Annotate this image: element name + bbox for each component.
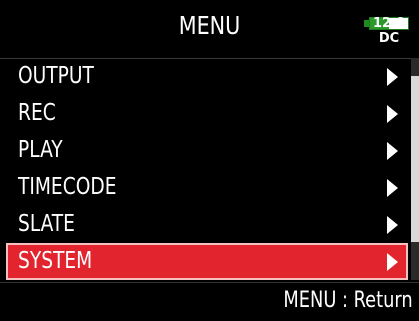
scrollbar-thumb[interactable]: [411, 75, 419, 243]
chevron-right-icon: [387, 105, 398, 123]
chevron-right-icon: [387, 179, 398, 197]
chevron-right-icon: [387, 68, 398, 86]
menu-list: OUTPUT REC PLAY TIMECODE SLATE SYSTEM: [6, 58, 408, 280]
menu-item-output[interactable]: OUTPUT: [6, 58, 408, 95]
menu-item-play[interactable]: PLAY: [6, 132, 408, 169]
menu-item-label: SYSTEM: [18, 248, 93, 274]
menu-item-label: OUTPUT: [18, 63, 94, 89]
chevron-right-icon: [387, 253, 398, 271]
footer: MENU : Return: [0, 282, 419, 321]
menu-item-slate[interactable]: SLATE: [6, 206, 408, 243]
menu-item-rec[interactable]: REC: [6, 95, 408, 132]
scrollbar[interactable]: [411, 58, 419, 280]
return-hint: MENU : Return: [283, 288, 413, 313]
battery-icon: 12.0: [369, 16, 409, 31]
power-source-label: DC: [378, 31, 400, 46]
battery-indicator: 12.0 DC: [364, 16, 409, 47]
menu-item-timecode[interactable]: TIMECODE: [6, 169, 408, 206]
menu-item-label: REC: [18, 100, 56, 126]
page-title: MENU: [178, 11, 241, 40]
battery-level: 12.0: [372, 16, 406, 31]
menu-item-label: PLAY: [18, 137, 63, 163]
chevron-right-icon: [387, 142, 398, 160]
chevron-right-icon: [387, 216, 398, 234]
menu-item-label: TIMECODE: [18, 174, 117, 200]
menu-item-label: SLATE: [18, 211, 75, 237]
menu-screen: MENU 12.0 DC OUTPUT REC PLAY TIMECODE SL…: [0, 0, 419, 320]
header: MENU 12.0 DC: [0, 0, 419, 59]
menu-item-system[interactable]: SYSTEM: [6, 243, 408, 280]
